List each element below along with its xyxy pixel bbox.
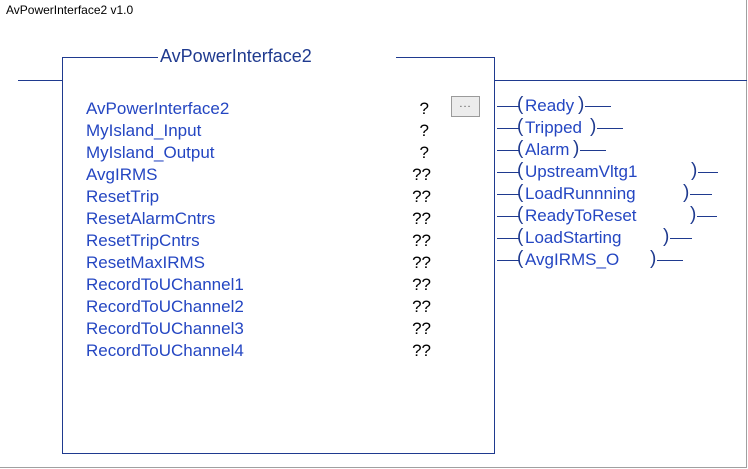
param-value[interactable]: ? bbox=[389, 143, 429, 163]
coil-wire-out bbox=[690, 194, 712, 195]
param-name[interactable]: RecordToUChannel4 bbox=[86, 341, 244, 361]
block-title: AvPowerInterface2 bbox=[158, 45, 314, 67]
coil-open-paren: ( bbox=[517, 248, 524, 269]
coil-label: ReadyToReset bbox=[525, 206, 637, 225]
coil-label: LoadStarting bbox=[525, 228, 622, 247]
coil-close-paren: ) bbox=[663, 226, 670, 247]
param-value[interactable]: ?? bbox=[391, 209, 431, 229]
coil-open-paren: ( bbox=[517, 94, 524, 115]
coil-label: Tripped bbox=[525, 118, 583, 137]
param-name[interactable]: RecordToUChannel1 bbox=[86, 275, 244, 295]
coil-wire-in bbox=[497, 150, 519, 151]
coil-label: AvgIRMS_O bbox=[525, 250, 620, 269]
coil-wire-out bbox=[698, 172, 718, 173]
coil-label: LoadRunnning bbox=[525, 184, 636, 203]
coil-open-paren: ( bbox=[517, 204, 524, 225]
param-value[interactable]: ?? bbox=[391, 341, 431, 361]
coil-close-paren: ) bbox=[650, 248, 657, 269]
coil-wire-out bbox=[657, 260, 683, 261]
coil-close-paren: ) bbox=[691, 160, 698, 181]
coil-wire-in bbox=[497, 238, 519, 239]
param-value[interactable]: ?? bbox=[391, 297, 431, 317]
param-name[interactable]: RecordToUChannel2 bbox=[86, 297, 244, 317]
param-name[interactable]: AvPowerInterface2 bbox=[86, 99, 229, 119]
coil-open-paren: ( bbox=[517, 160, 524, 181]
coil-wire-out bbox=[580, 150, 606, 151]
coil-label: Alarm bbox=[525, 140, 570, 159]
coil-close-paren: ) bbox=[590, 116, 597, 137]
param-value[interactable]: ? bbox=[389, 99, 429, 119]
coil-close-paren: ) bbox=[573, 138, 580, 159]
coil-wire-in bbox=[497, 194, 519, 195]
coil-open-paren: ( bbox=[517, 226, 524, 247]
param-name[interactable]: ResetMaxIRMS bbox=[86, 253, 205, 273]
coil-open-paren: ( bbox=[517, 116, 524, 137]
coil-wire-out bbox=[670, 238, 692, 239]
coil-wire-out bbox=[697, 216, 717, 217]
param-name[interactable]: ResetTrip bbox=[86, 187, 159, 207]
coil-open-paren: ( bbox=[517, 182, 524, 203]
coil-wire-out bbox=[585, 106, 611, 107]
rung-line-right bbox=[495, 80, 747, 81]
param-value[interactable]: ? bbox=[389, 121, 429, 141]
param-name[interactable]: MyIsland_Input bbox=[86, 121, 201, 141]
coil-wire-in bbox=[497, 128, 519, 129]
coil-wire-out bbox=[597, 128, 623, 129]
param-value[interactable]: ?? bbox=[391, 187, 431, 207]
instruction-header: AvPowerInterface2 v1.0 bbox=[6, 3, 134, 17]
param-name[interactable]: RecordToUChannel3 bbox=[86, 319, 244, 339]
param-name[interactable]: ResetAlarmCntrs bbox=[86, 209, 215, 229]
param-value[interactable]: ?? bbox=[391, 231, 431, 251]
ladder-rung-editor: AvPowerInterface2 v1.0 AvPowerInterface2… bbox=[0, 0, 747, 468]
coil-label: Ready bbox=[525, 96, 575, 115]
coil-wire-in bbox=[497, 106, 519, 107]
coil-wire-in bbox=[497, 216, 519, 217]
block-properties-button[interactable]: ... bbox=[451, 96, 480, 117]
coil-close-paren: ) bbox=[690, 204, 697, 225]
coil-close-paren: ) bbox=[683, 182, 690, 203]
param-value[interactable]: ?? bbox=[391, 253, 431, 273]
param-name[interactable]: ResetTripCntrs bbox=[86, 231, 200, 251]
coil-open-paren: ( bbox=[517, 138, 524, 159]
coil-wire-in bbox=[497, 172, 519, 173]
coil-label: UpstreamVltg1 bbox=[525, 162, 638, 181]
param-value[interactable]: ?? bbox=[391, 275, 431, 295]
coil-wire-in bbox=[497, 260, 519, 261]
coil-close-paren: ) bbox=[578, 94, 585, 115]
param-name[interactable]: MyIsland_Output bbox=[86, 143, 215, 163]
rung-line-left bbox=[18, 80, 62, 81]
param-value[interactable]: ?? bbox=[391, 319, 431, 339]
param-name[interactable]: AvgIRMS bbox=[86, 165, 158, 185]
param-value[interactable]: ?? bbox=[391, 165, 431, 185]
